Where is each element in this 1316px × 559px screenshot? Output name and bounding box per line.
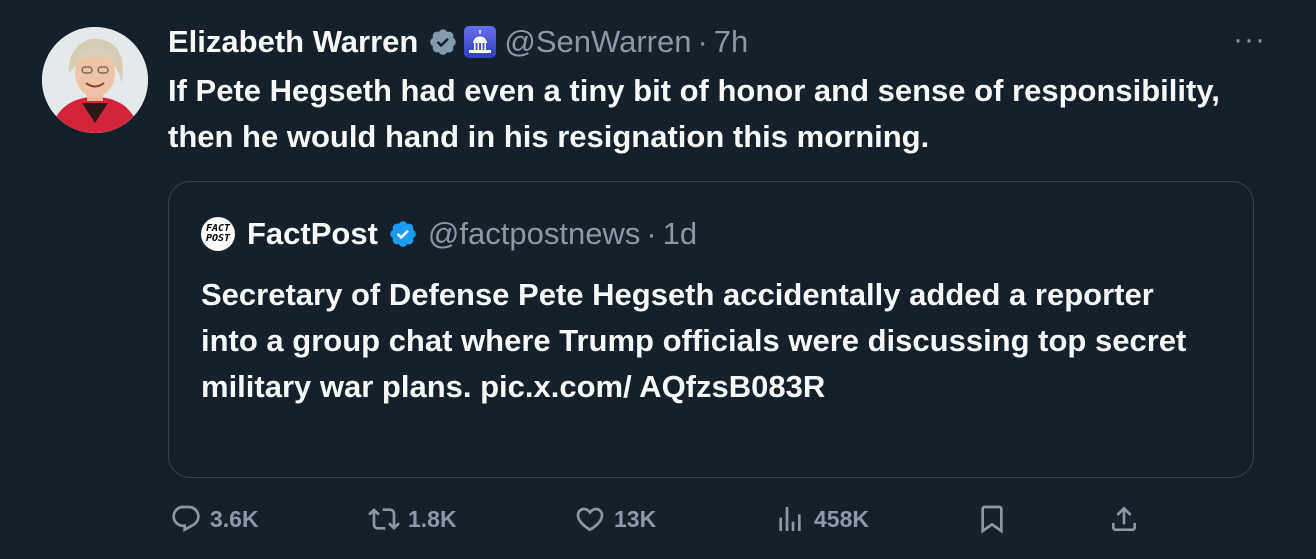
quoted-post[interactable]: FACT POST FactPost @factpostnews · 1d Se… <box>168 181 1254 478</box>
repost-button[interactable]: 1.8K <box>368 500 457 538</box>
like-button[interactable]: 13K <box>574 500 656 538</box>
repost-icon <box>368 508 400 530</box>
action-bar: 3.6K 1.8K 13K 458K <box>168 500 1168 538</box>
heart-icon <box>576 507 604 532</box>
author-handle[interactable]: @SenWarren <box>504 24 691 60</box>
author-avatar[interactable] <box>42 27 148 133</box>
like-count: 13K <box>614 505 657 532</box>
view-count: 458K <box>814 505 869 532</box>
repost-count: 1.8K <box>408 505 457 532</box>
gray-verified-badge-icon[interactable] <box>428 27 458 57</box>
reply-icon <box>172 505 200 532</box>
analytics-icon <box>779 507 801 531</box>
blue-verified-badge-icon[interactable] <box>388 219 418 249</box>
bookmark-button[interactable] <box>976 500 1016 538</box>
views-button[interactable]: 458K <box>774 500 869 538</box>
share-button[interactable] <box>1108 500 1148 538</box>
quoted-post-text: Secretary of Defense Pete Hegseth accide… <box>201 277 1187 404</box>
header-separator: · <box>697 24 708 59</box>
quoted-header-separator: · <box>646 216 657 251</box>
share-icon <box>1112 506 1136 531</box>
quoted-post-time[interactable]: 1d <box>663 216 697 252</box>
factpost-logo-icon[interactable]: FACT POST <box>201 217 235 251</box>
logo-text-post: POST <box>205 233 231 244</box>
more-options-icon[interactable]: ··· <box>1233 25 1266 55</box>
capitol-badge-icon[interactable] <box>464 26 497 58</box>
bookmark-icon <box>981 505 1003 534</box>
post-time[interactable]: 7h <box>714 24 748 60</box>
tweet-header: Elizabeth Warren @SenWarren · 7h <box>168 22 748 62</box>
reply-count: 3.6K <box>210 505 259 532</box>
quoted-post-header: FACT POST FactPost @factpostnews · 1d <box>201 214 697 254</box>
quoted-author-name[interactable]: FactPost <box>247 216 378 252</box>
avatar-image <box>42 27 148 133</box>
author-name[interactable]: Elizabeth Warren <box>168 24 418 60</box>
quoted-author-handle[interactable]: @factpostnews <box>428 216 640 252</box>
tweet-text: If Pete Hegseth had even a tiny bit of h… <box>168 73 1220 154</box>
reply-button[interactable]: 3.6K <box>170 500 259 538</box>
